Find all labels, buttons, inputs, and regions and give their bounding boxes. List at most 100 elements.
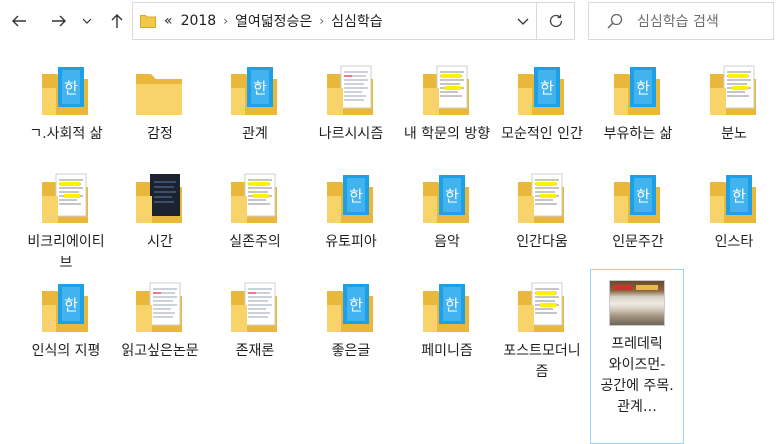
hangul-doc-folder-icon: 한 xyxy=(417,279,477,339)
svg-text:한: 한 xyxy=(253,79,267,97)
recent-locations-button[interactable] xyxy=(78,8,96,34)
item-label: 인간다움 xyxy=(516,234,568,250)
folder-item[interactable]: 한인스타 xyxy=(690,170,778,253)
highlight-folder-icon xyxy=(512,279,572,339)
item-label: 음악 xyxy=(434,234,460,250)
arrow-up-icon xyxy=(111,14,123,28)
breadcrumb-2018[interactable]: 2018 xyxy=(181,13,217,29)
highlight-folder-icon xyxy=(36,170,96,230)
forward-button[interactable] xyxy=(46,8,72,34)
highlight-folder-icon xyxy=(417,62,477,122)
folder-item[interactable]: 감정 xyxy=(116,62,204,145)
search-box[interactable]: 심심학습 검색 xyxy=(588,2,774,40)
folder-item[interactable]: 인간다움 xyxy=(498,170,586,253)
item-label: 프레데릭 와이즈먼-공간에 주목. 관계… xyxy=(600,336,674,415)
svg-text:한: 한 xyxy=(445,296,459,314)
folder-item[interactable]: 내 학문의 방향 xyxy=(403,62,491,145)
folder-item[interactable]: 한페미니즘 xyxy=(403,279,491,362)
svg-text:한: 한 xyxy=(636,79,650,97)
item-label: 내 학문의 방향 xyxy=(403,126,491,142)
folder-item[interactable]: 한좋은글 xyxy=(307,279,395,362)
folder-item[interactable]: 분노 xyxy=(690,62,778,145)
highlight-folder-icon xyxy=(512,170,572,230)
chevron-down-icon[interactable] xyxy=(516,14,530,28)
hangul-doc-folder-icon: 한 xyxy=(321,170,381,230)
refresh-icon[interactable] xyxy=(547,12,565,30)
svg-text:한: 한 xyxy=(349,187,363,205)
folder-item[interactable]: 한음악 xyxy=(403,170,491,253)
item-label: 관계 xyxy=(242,126,268,142)
address-bar[interactable]: « 2018 › 열여덟정승은 › 심심학습 xyxy=(132,2,575,40)
document-folder-icon xyxy=(130,279,190,339)
breadcrumb-current[interactable]: 심심학습 xyxy=(331,11,383,31)
item-label: 읽고싶은논문 xyxy=(121,343,199,359)
item-label: 감정 xyxy=(147,126,173,142)
item-label: 모순적인 인간 xyxy=(501,126,583,142)
folder-item[interactable]: 한관계 xyxy=(211,62,299,145)
folder-item[interactable]: 한 ㄱ.사회적 삶 xyxy=(22,62,110,145)
search-icon xyxy=(607,13,623,29)
arrow-right-icon xyxy=(52,15,66,27)
item-label: 인식의 지평 xyxy=(31,343,101,359)
svg-text:한: 한 xyxy=(445,187,459,205)
item-label: 나르시시즘 xyxy=(318,126,384,142)
search-placeholder: 심심학습 검색 xyxy=(637,14,719,30)
item-label: 유토피아 xyxy=(325,234,377,250)
item-label: 포스트모더니즘 xyxy=(503,343,581,380)
dark-doc-folder-icon xyxy=(130,170,190,230)
highlight-folder-icon xyxy=(225,170,285,230)
item-label: 좋은글 xyxy=(331,343,371,359)
arrow-left-icon xyxy=(12,15,26,27)
folder-item[interactable]: 읽고싶은논문 xyxy=(116,279,204,362)
hangul-doc-folder-icon: 한 xyxy=(417,170,477,230)
folder-item[interactable]: 한 부유하는 삶 xyxy=(594,62,682,145)
svg-text:한: 한 xyxy=(349,296,363,314)
folder-item[interactable]: 한인문주간 xyxy=(594,170,682,253)
item-label: 존재론 xyxy=(235,343,275,359)
hangul-doc-folder-icon: 한 xyxy=(36,62,96,122)
item-label: 인스타 xyxy=(714,234,754,250)
item-label: 비크리에이티브 xyxy=(27,234,105,271)
chevron-down-icon xyxy=(82,18,92,24)
folder-item[interactable]: 한인식의 지평 xyxy=(22,279,110,362)
file-item[interactable]: 프레데릭 와이즈먼-공간에 주목. 관계… xyxy=(590,269,684,444)
folder-item[interactable]: 한유토피아 xyxy=(307,170,395,253)
hangul-doc-folder-icon: 한 xyxy=(36,279,96,339)
item-label: 인문주간 xyxy=(612,234,664,250)
breadcrumb-parent[interactable]: 열여덟정승은 xyxy=(235,11,312,31)
document-folder-icon xyxy=(321,62,381,122)
hangul-doc-folder-icon: 한 xyxy=(704,170,764,230)
address-overflow[interactable]: « xyxy=(164,13,173,29)
item-label: ㄱ.사회적 삶 xyxy=(29,126,103,142)
folder-item[interactable]: 나르시시즘 xyxy=(307,62,395,145)
up-button[interactable] xyxy=(104,8,130,34)
svg-text:한: 한 xyxy=(636,187,650,205)
svg-text:한: 한 xyxy=(64,296,78,314)
breadcrumb-separator[interactable]: › xyxy=(319,14,324,28)
back-button[interactable] xyxy=(6,8,32,34)
divider xyxy=(536,3,537,39)
folder-item[interactable]: 시간 xyxy=(116,170,204,253)
item-label: 분노 xyxy=(721,126,747,142)
highlight-folder-icon xyxy=(704,62,764,122)
breadcrumb-separator[interactable]: › xyxy=(223,14,228,28)
item-label: 페미니즘 xyxy=(421,343,473,359)
svg-text:한: 한 xyxy=(732,187,746,205)
folder-item[interactable]: 비크리에이티브 xyxy=(22,170,110,274)
item-label: 시간 xyxy=(147,234,173,250)
folder-item[interactable]: 포스트모더니즘 xyxy=(498,279,586,383)
image-thumbnail-icon xyxy=(609,280,665,326)
folder-item[interactable]: 한모순적인 인간 xyxy=(498,62,586,145)
hangul-doc-folder-icon: 한 xyxy=(225,62,285,122)
svg-text:한: 한 xyxy=(64,79,78,97)
svg-text:한: 한 xyxy=(540,79,554,97)
folder-item[interactable]: 실존주의 xyxy=(211,170,299,253)
hangul-doc-folder-icon: 한 xyxy=(608,62,668,122)
folder-icon xyxy=(140,15,156,28)
folder-item[interactable]: 존재론 xyxy=(211,279,299,362)
navigation-bar: « 2018 › 열여덟정승은 › 심심학습 심심학습 검색 xyxy=(0,0,780,44)
hangul-doc-folder-icon: 한 xyxy=(321,279,381,339)
hangul-doc-folder-icon: 한 xyxy=(608,170,668,230)
document-folder-icon xyxy=(225,279,285,339)
item-label: 실존주의 xyxy=(229,234,281,250)
